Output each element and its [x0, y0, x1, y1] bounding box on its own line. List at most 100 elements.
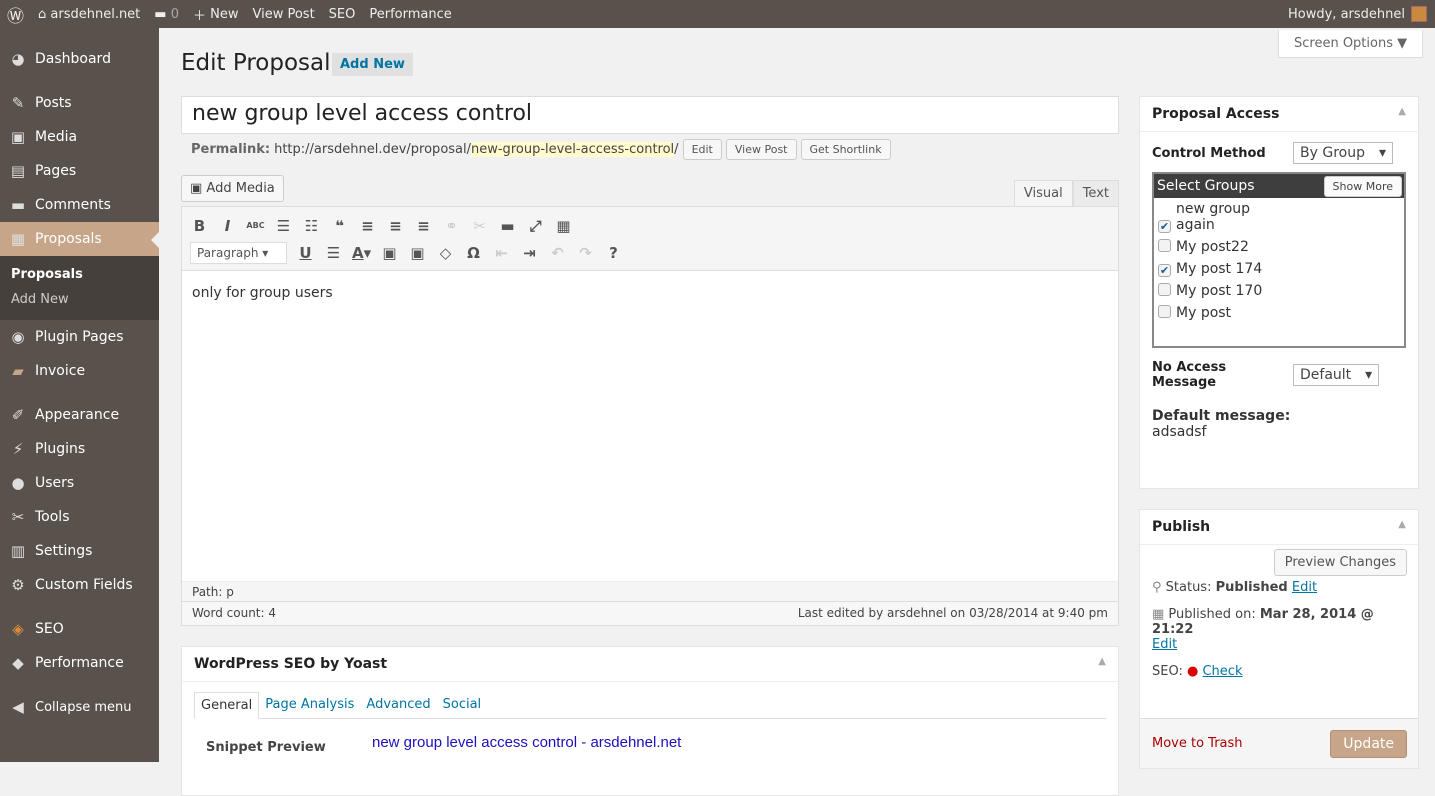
toolbar-toggle-icon[interactable]: ▦	[554, 217, 573, 235]
site-name-link[interactable]: ⌂ arsdehnel.net	[31, 0, 147, 28]
permalink-end: /	[674, 142, 679, 157]
account-menu[interactable]: Howdy, arsdehnel	[1281, 0, 1435, 28]
view-post-link[interactable]: View Post	[245, 0, 321, 28]
show-more-button[interactable]: Show More	[1323, 175, 1402, 197]
sidebar-item-dashboard[interactable]: ◕ Dashboard	[0, 42, 159, 76]
collapse-arrow-icon[interactable]: ▲	[1398, 106, 1406, 122]
screen-options-button[interactable]: Screen Options ▼	[1278, 30, 1424, 58]
align-right-icon[interactable]: ≡	[414, 217, 433, 235]
underline-icon[interactable]: U	[296, 244, 315, 262]
permalink-url[interactable]: http://arsdehnel.dev/proposal/new-group-…	[274, 142, 679, 157]
collapse-arrow-icon[interactable]: ▲	[1398, 519, 1406, 535]
submenu-proposals[interactable]: Proposals	[0, 262, 159, 287]
sidebar-item-users[interactable]: ● Users	[0, 466, 159, 500]
preview-changes-button[interactable]: Preview Changes	[1273, 549, 1407, 576]
sidebar-item-media[interactable]: ▣ Media	[0, 120, 159, 154]
redo-icon[interactable]: ↷	[576, 244, 595, 262]
add-new-button[interactable]: Add New	[332, 53, 413, 76]
collapse-menu-button[interactable]: ◀ Collapse menu	[0, 690, 159, 724]
read-more-icon[interactable]: ▬	[498, 217, 517, 235]
format-select[interactable]: Paragraph ▾	[190, 241, 287, 264]
wordpress-logo-icon[interactable]: Ⓦ	[0, 0, 31, 28]
sidebar-item-performance[interactable]: ◆ Performance	[0, 646, 159, 680]
italic-icon[interactable]: I	[218, 217, 237, 235]
numbered-list-icon[interactable]: ☷	[302, 217, 321, 235]
seo-status-dot-icon: ●	[1187, 664, 1199, 679]
edit-permalink-button[interactable]: Edit	[682, 139, 722, 160]
sidebar-item-pages[interactable]: ▤ Pages	[0, 154, 159, 188]
checkbox-checked[interactable]: ✔	[1158, 264, 1171, 277]
sidebar-item-comments[interactable]: ▬ Comments	[0, 188, 159, 222]
avatar	[1411, 6, 1427, 22]
seo-check-link[interactable]: Check	[1202, 664, 1242, 679]
group-item[interactable]: ✔ new group again	[1154, 198, 1404, 236]
collapse-arrow-icon[interactable]: ▲	[1098, 656, 1106, 672]
seo-tab-social[interactable]: Social	[437, 692, 488, 718]
special-character-icon[interactable]: Ω	[464, 244, 483, 262]
group-item[interactable]: My post 170	[1154, 280, 1404, 302]
sidebar-item-invoice[interactable]: ▰ Invoice	[0, 354, 159, 388]
help-icon[interactable]: ?	[604, 244, 623, 262]
tab-visual[interactable]: Visual	[1013, 180, 1073, 207]
blockquote-icon[interactable]: ❝	[330, 217, 349, 235]
seo-tab-advanced[interactable]: Advanced	[360, 692, 436, 718]
get-shortlink-button[interactable]: Get Shortlink	[800, 139, 891, 160]
checkbox[interactable]	[1158, 239, 1171, 252]
snippet-label: Snippet Preview	[206, 740, 326, 755]
permalink-label: Permalink:	[191, 142, 271, 157]
add-media-button[interactable]: ▣ Add Media	[181, 175, 284, 202]
update-button[interactable]: Update	[1330, 729, 1407, 758]
seo-link[interactable]: SEO	[322, 0, 363, 28]
view-post-button[interactable]: View Post	[725, 139, 797, 160]
sidebar-item-appearance[interactable]: ✐ Appearance	[0, 398, 159, 432]
align-left-icon[interactable]: ≡	[358, 217, 377, 235]
seo-tab-page-analysis[interactable]: Page Analysis	[259, 692, 360, 718]
sidebar-item-seo[interactable]: ◈ SEO	[0, 612, 159, 646]
control-method-select[interactable]: By Group ▾	[1293, 142, 1393, 164]
align-center-icon[interactable]: ≡	[386, 217, 405, 235]
sidebar-item-proposals[interactable]: ▦ Proposals	[0, 222, 159, 256]
menu-label: Plugin Pages	[35, 329, 124, 345]
undo-icon[interactable]: ↶	[548, 244, 567, 262]
sidebar-item-tools[interactable]: ✂ Tools	[0, 500, 159, 534]
indent-icon[interactable]: ⇥	[520, 244, 539, 262]
strikethrough-icon[interactable]: ABC	[246, 221, 265, 230]
new-link[interactable]: ＋ New	[186, 0, 246, 28]
proposal-access-metabox: Proposal Access ▲ Control Method By Group ▾…	[1139, 96, 1419, 489]
group-item[interactable]: ✔ My post 174	[1154, 258, 1404, 280]
bold-icon[interactable]: B	[190, 217, 209, 235]
seo-tab-general[interactable]: General	[194, 692, 260, 719]
clear-formatting-icon[interactable]: ◇	[436, 244, 455, 262]
checkbox[interactable]	[1158, 283, 1171, 296]
sidebar-item-custom-fields[interactable]: ⚙ Custom Fields	[0, 568, 159, 602]
checkbox[interactable]	[1158, 305, 1171, 318]
edit-date-link[interactable]: Edit	[1152, 637, 1177, 652]
performance-link[interactable]: Performance	[362, 0, 458, 28]
bullet-list-icon[interactable]: ☰	[274, 217, 293, 235]
no-access-select[interactable]: Default ▾	[1293, 364, 1380, 386]
justify-icon[interactable]: ☰	[324, 244, 343, 262]
proposals-submenu: Proposals Add New	[0, 256, 159, 320]
comments-link[interactable]: ▬ 0	[147, 0, 186, 28]
sidebar-item-settings[interactable]: ▥ Settings	[0, 534, 159, 568]
post-title-input[interactable]: new group level access control	[181, 96, 1119, 134]
link-icon[interactable]: ⚭	[442, 217, 461, 235]
no-access-value: Default	[1300, 367, 1352, 383]
sidebar-item-posts[interactable]: ✎ Posts	[0, 86, 159, 120]
paste-word-icon[interactable]: ▣	[408, 244, 427, 262]
checkbox-checked[interactable]: ✔	[1158, 220, 1171, 233]
unlink-icon[interactable]: ✂	[470, 217, 489, 235]
sidebar-item-plugins[interactable]: ⚡ Plugins	[0, 432, 159, 466]
submenu-add-new[interactable]: Add New	[0, 287, 159, 312]
fullscreen-icon[interactable]: ⤢	[526, 217, 545, 235]
tab-text[interactable]: Text	[1072, 180, 1119, 207]
move-to-trash-link[interactable]: Move to Trash	[1152, 736, 1243, 751]
outdent-icon[interactable]: ⇤	[492, 244, 511, 262]
edit-status-link[interactable]: Edit	[1292, 580, 1317, 595]
text-color-icon[interactable]: A▾	[352, 244, 371, 262]
paste-text-icon[interactable]: ▣	[380, 244, 399, 262]
editor-content[interactable]: only for group users	[182, 271, 1118, 315]
group-item[interactable]: My post22	[1154, 236, 1404, 258]
group-item[interactable]: My post	[1154, 302, 1404, 324]
sidebar-item-plugin-pages[interactable]: ◉ Plugin Pages	[0, 320, 159, 354]
